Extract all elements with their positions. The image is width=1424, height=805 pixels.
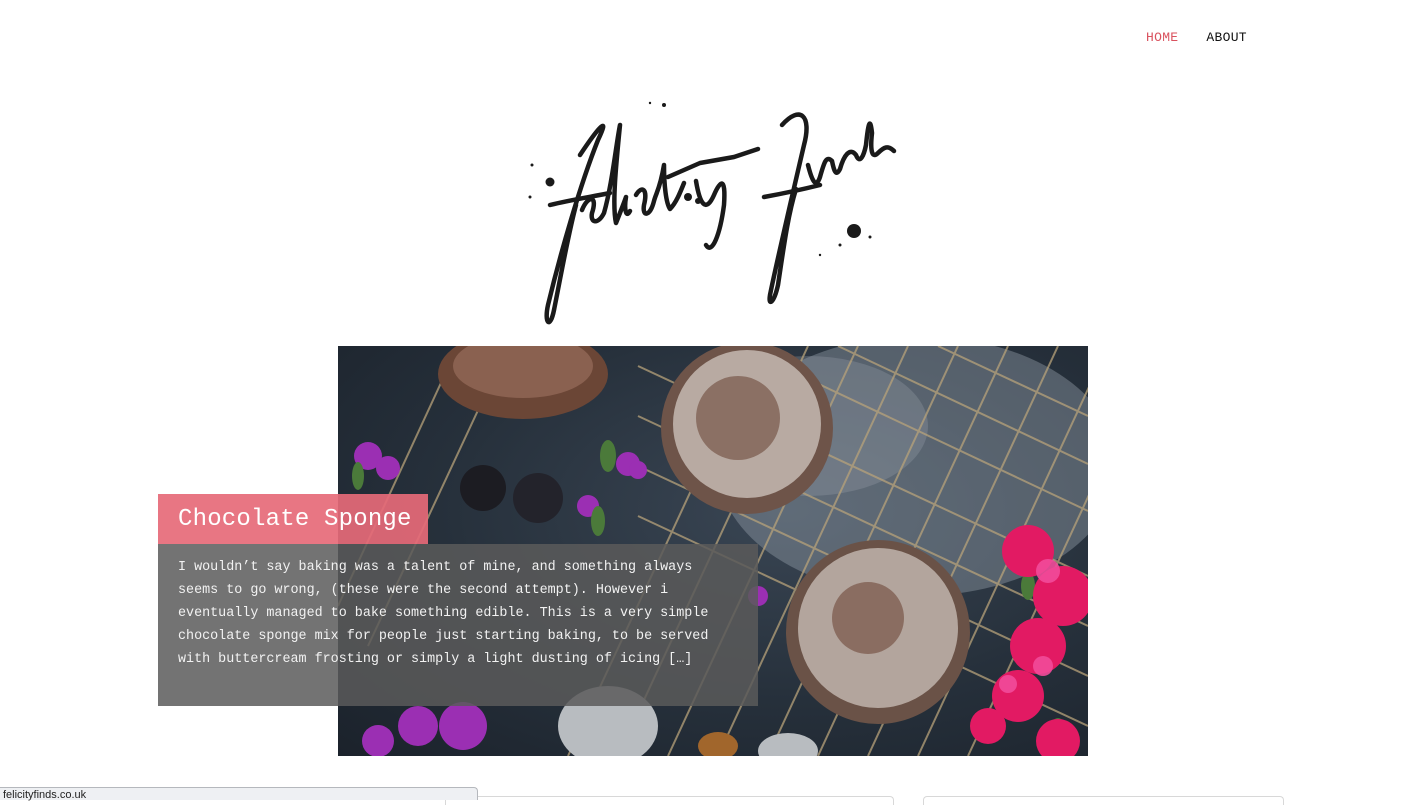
post-title-link[interactable]: Chocolate Sponge: [178, 506, 412, 533]
browser-status-bar: felicityfinds.co.uk: [0, 787, 478, 801]
sidebar-card-top-edge: [923, 796, 1284, 805]
post-excerpt-panel: I wouldn’t say baking was a talent of mi…: [158, 544, 758, 706]
nav-about-link[interactable]: ABOUT: [1206, 30, 1247, 45]
site-logo[interactable]: [520, 85, 900, 330]
post-card-top-edge: [445, 796, 894, 805]
nav-home-link[interactable]: HOME: [1146, 30, 1178, 45]
main-nav: HOME ABOUT: [1146, 30, 1247, 45]
post-excerpt-text: I wouldn’t say baking was a talent of mi…: [178, 560, 709, 667]
post-title-banner: Chocolate Sponge: [158, 494, 428, 544]
status-url-text: felicityfinds.co.uk: [3, 789, 87, 801]
